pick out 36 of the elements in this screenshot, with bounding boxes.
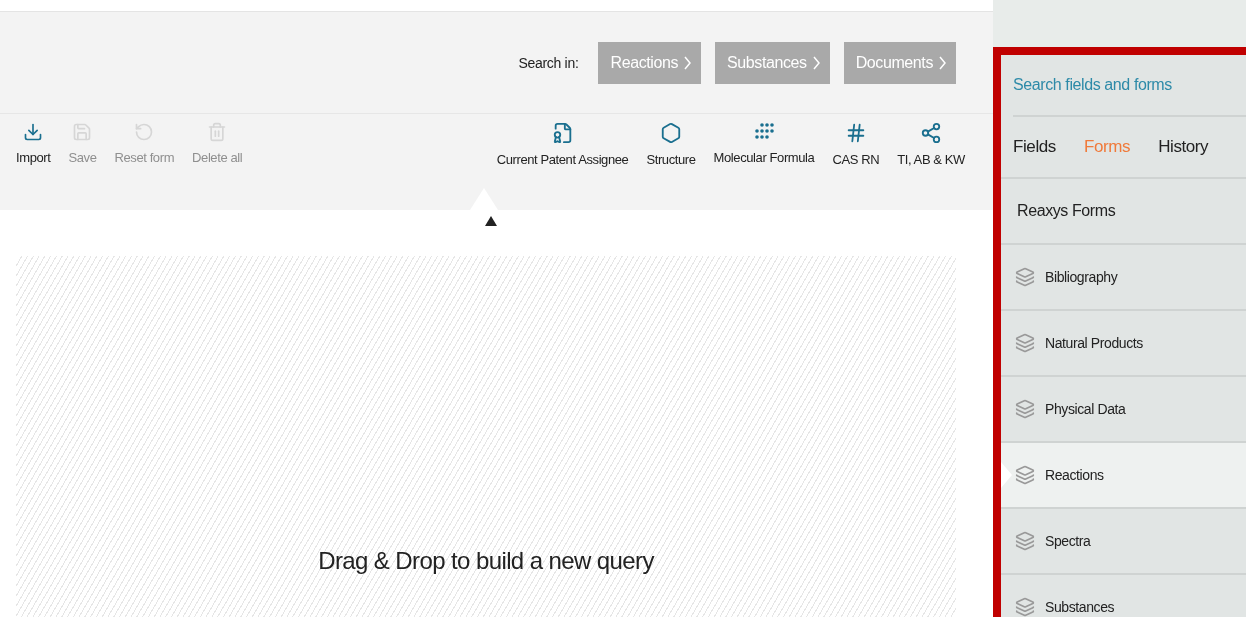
chevron-icon [684,55,692,70]
layers-icon [1015,267,1035,287]
search-in-label: Search in: [518,54,579,71]
form-item[interactable]: Natural Products [1001,311,1246,377]
field-button[interactable]: Current Patent Assignee [494,122,631,167]
certificate-icon [551,122,574,144]
selection-pointer [1001,462,1012,488]
dot-grid-icon [754,122,774,142]
chevron-icon [812,55,820,70]
form-item[interactable]: Reactions [1001,443,1246,509]
layers-icon [1015,531,1035,551]
nodes-icon [920,122,943,144]
form-item[interactable]: Bibliography [1001,245,1246,311]
field-button[interactable]: TI, AB & KW [895,122,967,167]
form-item[interactable]: Substances [1001,575,1246,617]
chevron-icon [939,55,946,70]
caret-icon [485,216,497,226]
canvas-hint: Drag & Drop to build a new query [318,547,654,575]
hexagon-icon [660,122,682,144]
panel-tab[interactable]: Fields [1013,137,1056,157]
undo-icon [134,122,155,142]
download-icon [23,122,44,142]
layers-icon [1015,399,1035,419]
panel-tab[interactable]: History [1158,137,1209,157]
field-button[interactable]: CAS RN [830,122,882,167]
field-button[interactable]: Molecular Formula [711,122,817,165]
layers-icon [1015,333,1035,353]
layers-icon [1015,465,1035,485]
search-field[interactable]: Search fields and forms [1013,55,1246,117]
toolbar-button[interactable]: Import [14,122,53,165]
form-item[interactable]: Spectra [1001,509,1246,575]
field-button[interactable]: Structure [644,122,698,167]
query-canvas[interactable]: Drag & Drop to build a new query [16,256,956,617]
trash-icon [207,122,228,142]
group-title[interactable]: Reaxys Forms [1001,179,1246,245]
layers-icon [1015,597,1035,617]
